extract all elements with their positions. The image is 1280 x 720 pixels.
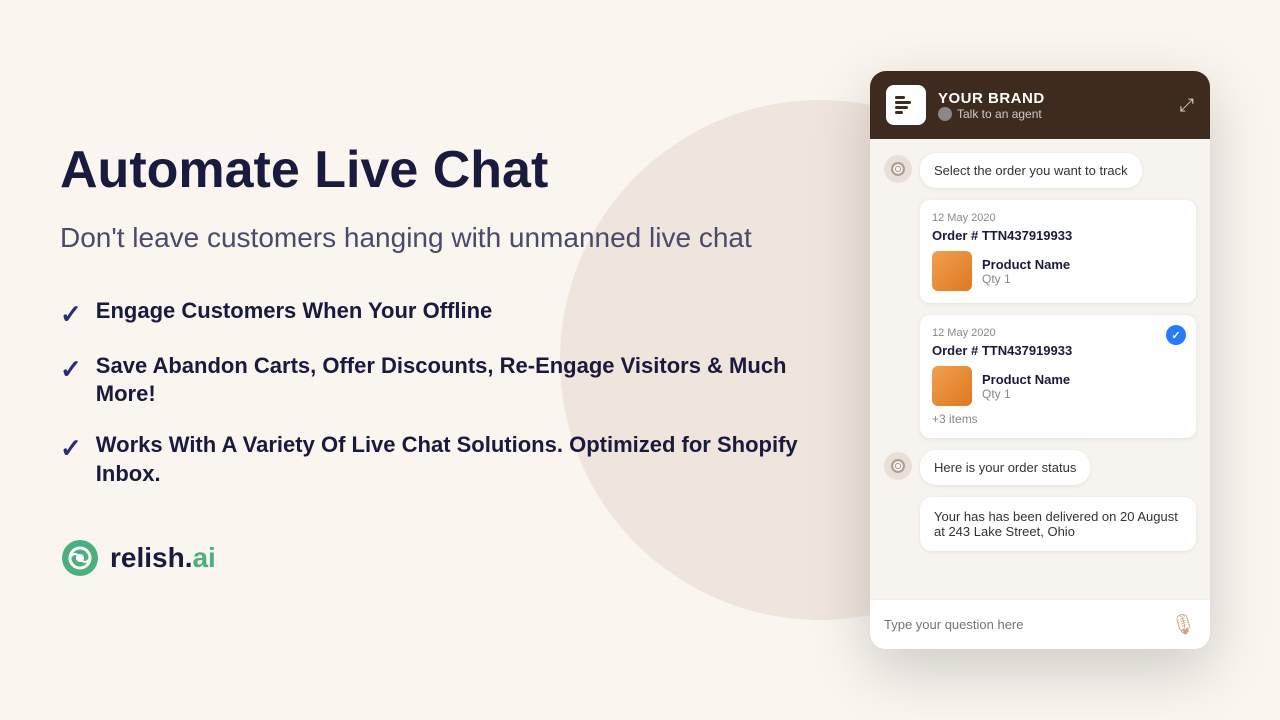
bot-icon-2 (889, 457, 907, 475)
brand-logo-icon (893, 92, 919, 118)
bot-message-row: Select the order you want to track (884, 153, 1196, 188)
brand-name: YOUR BRAND (938, 90, 1045, 107)
microphone-icon[interactable]: 🎙 (1171, 612, 1196, 637)
page-title: Automate Live Chat (60, 142, 820, 199)
bot-icon (889, 160, 907, 178)
chat-header-left: YOUR BRAND Talk to an agent (886, 85, 1045, 125)
product-row-1: Product Name Qty 1 (932, 251, 1184, 291)
chat-widget: YOUR BRAND Talk to an agent ⤢ (870, 71, 1210, 649)
order-date-1: 12 May 2020 (932, 212, 1184, 224)
relish-logo-icon (60, 538, 100, 578)
order-status-row: Here is your order status (884, 450, 1196, 485)
logo-area: relish.ai (60, 538, 820, 578)
agent-status: Talk to an agent (938, 107, 1045, 121)
order-card-1[interactable]: 12 May 2020 Order # TTN437919933 Product… (920, 200, 1196, 303)
feature-text-3: Works With A Variety Of Live Chat Soluti… (96, 431, 820, 488)
checkmark-icon: ✓ (60, 433, 82, 464)
product-name-1: Product Name (982, 257, 1070, 272)
product-row-2: Product Name Qty 1 (932, 366, 1184, 406)
product-qty-2: Qty 1 (982, 387, 1070, 401)
product-image-1 (932, 251, 972, 291)
bot-avatar-2 (884, 452, 912, 480)
checkmark-icon: ✓ (60, 299, 82, 330)
delivery-bubble: Your has has been delivered on 20 August… (920, 497, 1196, 551)
order-date-2: 12 May 2020 (932, 327, 1184, 339)
list-item: ✓ Engage Customers When Your Offline (60, 297, 820, 330)
product-image-2 (932, 366, 972, 406)
chat-body: Select the order you want to track 12 Ma… (870, 139, 1210, 599)
expand-icon[interactable]: ⤢ (1180, 95, 1194, 116)
brand-info: YOUR BRAND Talk to an agent (938, 90, 1045, 121)
order-card-2[interactable]: 12 May 2020 Order # TTN437919933 Product… (920, 315, 1196, 438)
select-order-bubble: Select the order you want to track (920, 153, 1142, 188)
agent-avatar-icon (938, 107, 952, 121)
bot-avatar (884, 155, 912, 183)
product-name-2: Product Name (982, 372, 1070, 387)
order-number-1: Order # TTN437919933 (932, 228, 1184, 243)
feature-text-2: Save Abandon Carts, Offer Discounts, Re-… (96, 352, 820, 409)
chat-input[interactable] (884, 617, 1161, 632)
chat-header: YOUR BRAND Talk to an agent ⤢ (870, 71, 1210, 139)
agent-label: Talk to an agent (957, 107, 1042, 121)
selected-badge (1166, 325, 1186, 345)
product-info-2: Product Name Qty 1 (982, 372, 1070, 401)
feature-list: ✓ Engage Customers When Your Offline ✓ S… (60, 297, 820, 488)
product-info-1: Product Name Qty 1 (982, 257, 1070, 286)
list-item: ✓ Works With A Variety Of Live Chat Solu… (60, 431, 820, 488)
feature-text-1: Engage Customers When Your Offline (96, 297, 492, 326)
logo-ai: ai (192, 542, 215, 573)
left-panel: Automate Live Chat Don't leave customers… (60, 142, 860, 578)
list-item: ✓ Save Abandon Carts, Offer Discounts, R… (60, 352, 820, 409)
brand-logo (886, 85, 926, 125)
chat-input-area: 🎙 (870, 599, 1210, 649)
product-qty-1: Qty 1 (982, 272, 1070, 286)
checkmark-icon: ✓ (60, 354, 82, 385)
order-number-2: Order # TTN437919933 (932, 343, 1184, 358)
logo-text: relish.ai (110, 542, 216, 574)
order-status-bubble: Here is your order status (920, 450, 1090, 485)
page-subtitle: Don't leave customers hanging with unman… (60, 219, 820, 257)
right-panel: YOUR BRAND Talk to an agent ⤢ (860, 71, 1220, 649)
more-items-label: +3 items (932, 412, 1184, 426)
